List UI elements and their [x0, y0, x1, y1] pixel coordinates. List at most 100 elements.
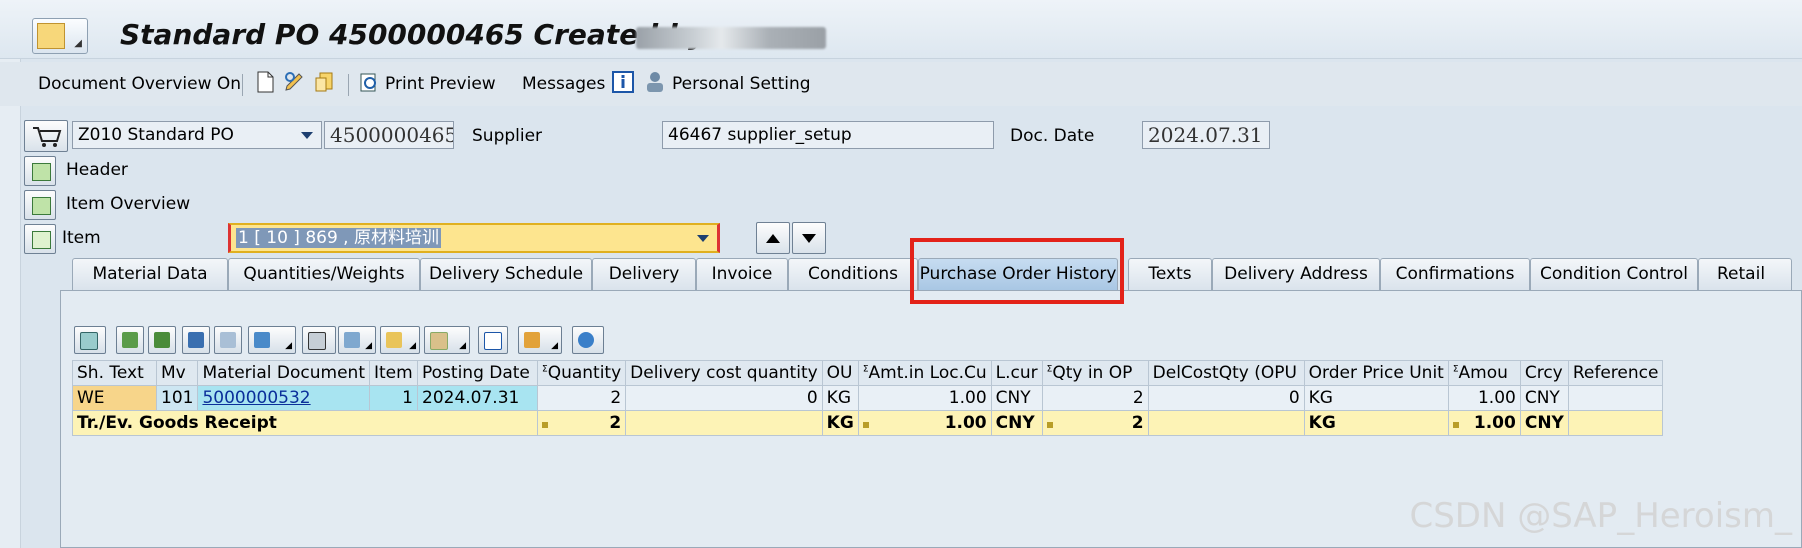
tab-invoice[interactable]: Invoice	[696, 258, 788, 290]
cell-order-price-unit[interactable]: KG	[1303, 385, 1449, 411]
column-header-ou[interactable]: OU	[821, 360, 859, 386]
doc-date-field[interactable]: 2024.07.31	[1142, 121, 1270, 149]
cell-material-document[interactable]: 5000000532	[197, 385, 370, 411]
tab-quantities-weights[interactable]: Quantities/Weights	[228, 258, 420, 290]
tab-condition-control[interactable]: Condition Control	[1530, 258, 1698, 290]
column-header-amt-loc-cur[interactable]: ΣAmt.in Loc.Cu	[857, 360, 992, 386]
doc-date-label: Doc. Date	[1010, 126, 1095, 146]
total-amt-loc: 1.00	[944, 413, 987, 433]
column-header-sh-text[interactable]: Sh. Text	[72, 360, 157, 386]
sort-descending-button[interactable]	[148, 326, 176, 354]
cell-reference[interactable]	[1567, 385, 1664, 411]
find-next-button[interactable]	[214, 326, 242, 354]
table-row[interactable]: WE 101 5000000532 1 2024.07.31 2 0 KG 1.…	[72, 385, 1664, 411]
messages-button[interactable]: Messages	[522, 74, 605, 94]
supplier-field[interactable]: 46467 supplier_setup	[662, 121, 994, 149]
expand-section-icon	[32, 197, 51, 215]
dropdown-arrow-icon	[301, 132, 313, 139]
previous-item-button[interactable]	[756, 222, 790, 254]
total-delcostqty-opu	[1147, 410, 1305, 436]
total-order-price-unit: KG	[1303, 410, 1449, 436]
tab-conditions[interactable]: Conditions	[788, 258, 918, 290]
new-document-icon[interactable]	[254, 70, 276, 94]
item-overview-section-label: Item Overview	[66, 194, 191, 214]
print-preview-button[interactable]: Print Preview	[385, 74, 496, 94]
redacted-username	[636, 27, 826, 49]
cell-amount[interactable]: 1.00	[1447, 385, 1521, 411]
column-header-delcostqty-opu[interactable]: DelCostQty (OPU	[1147, 360, 1305, 386]
display-change-icon[interactable]	[283, 70, 305, 94]
tab-retail[interactable]: Retail	[1698, 258, 1792, 290]
refresh-button[interactable]	[572, 326, 604, 354]
total-row[interactable]: Tr./Ev. Goods Receipt 2 KG 1.00 CNY 2 KG…	[72, 410, 1664, 436]
cell-mv[interactable]: 101	[155, 385, 199, 411]
total-qty-op: 2	[1131, 413, 1144, 433]
tab-texts[interactable]: Texts	[1128, 258, 1212, 290]
highlight-box	[910, 238, 1124, 304]
material-document-link[interactable]: 5000000532	[202, 388, 310, 408]
item-overview-expand-button[interactable]	[24, 190, 56, 220]
watermark: CSDN @SAP_Heroism_	[1409, 496, 1792, 536]
column-header-order-price-unit[interactable]: Order Price Unit	[1303, 360, 1449, 386]
po-number-field[interactable]: 4500000465	[324, 121, 454, 149]
column-header-mv[interactable]: Mv	[155, 360, 199, 386]
dropdown-arrow-icon	[697, 235, 709, 242]
cart-button[interactable]	[24, 120, 68, 152]
other-document-icon[interactable]	[313, 70, 335, 94]
more-functions-button[interactable]: ◢	[518, 326, 562, 354]
cell-l-cur[interactable]: CNY	[990, 385, 1043, 411]
subtotal-icon	[1046, 422, 1053, 428]
find-button[interactable]	[182, 326, 210, 354]
cell-item[interactable]: 1	[369, 385, 418, 411]
column-header-reference[interactable]: Reference	[1567, 360, 1664, 386]
sort-ascending-button[interactable]	[116, 326, 144, 354]
cell-qty-in-op[interactable]: 2	[1041, 385, 1149, 411]
cell-quantity[interactable]: 2	[536, 385, 627, 411]
tab-delivery-schedule[interactable]: Delivery Schedule	[420, 258, 592, 290]
table-header-row: Sh. Text Mv Material Document Item Posti…	[72, 360, 1664, 386]
column-header-l-cur[interactable]: L.cur	[990, 360, 1043, 386]
column-header-posting-date[interactable]: Posting Date	[417, 360, 538, 386]
column-header-amount[interactable]: ΣAmou	[1447, 360, 1521, 386]
tab-delivery-address[interactable]: Delivery Address	[1212, 258, 1380, 290]
tab-confirmations[interactable]: Confirmations	[1380, 258, 1530, 290]
binoculars-icon	[188, 332, 204, 348]
cell-posting-date[interactable]: 2024.07.31	[417, 385, 538, 411]
cell-sh-text[interactable]: WE	[72, 385, 157, 411]
refresh-icon	[578, 332, 594, 348]
column-header-delivery-cost-quantity[interactable]: Delivery cost quantity	[625, 360, 823, 386]
personal-setting-button[interactable]: Personal Setting	[672, 74, 811, 94]
item-collapse-button[interactable]	[24, 224, 56, 254]
tab-material-data[interactable]: Material Data	[72, 258, 228, 290]
cell-delcostqty-opu[interactable]: 0	[1147, 385, 1305, 411]
layout-button[interactable]: ◢	[424, 326, 470, 354]
total-delivery-cost-quantity	[625, 410, 823, 436]
column-header-quantity[interactable]: ΣQuantity	[536, 360, 627, 386]
header-expand-button[interactable]	[24, 156, 56, 186]
next-item-button[interactable]	[792, 222, 826, 254]
info-icon[interactable]	[612, 70, 634, 94]
column-header-qty-in-op[interactable]: ΣQty in OP	[1041, 360, 1149, 386]
subtotal-icon	[862, 422, 869, 428]
details-button[interactable]	[74, 326, 106, 354]
export-button[interactable]: ◢	[380, 326, 420, 354]
document-overview-button[interactable]: Document Overview On	[38, 74, 241, 94]
print-button[interactable]	[302, 326, 336, 354]
column-header-item[interactable]: Item	[369, 360, 418, 386]
filter-button[interactable]: ◢	[248, 326, 296, 354]
cell-crcy[interactable]: CNY	[1519, 385, 1569, 411]
toolbar-separator	[242, 74, 243, 96]
grid-info-button[interactable]	[478, 326, 508, 354]
views-button[interactable]: ◢	[338, 326, 376, 354]
cell-ou[interactable]: KG	[821, 385, 859, 411]
system-menu-button[interactable]: ◢	[32, 18, 88, 54]
document-type-select[interactable]: Z010 Standard PO	[72, 121, 322, 149]
printer-icon	[308, 332, 326, 350]
cell-delivery-cost-quantity[interactable]: 0	[625, 385, 823, 411]
cell-amt-loc-cur[interactable]: 1.00	[857, 385, 992, 411]
column-header-crcy[interactable]: Crcy	[1519, 360, 1569, 386]
total-qty-op-cell: 2	[1041, 410, 1149, 436]
tab-delivery[interactable]: Delivery	[592, 258, 696, 290]
column-header-material-document[interactable]: Material Document	[197, 360, 370, 386]
item-selector-dropdown[interactable]: 1 [ 10 ] 869 , 原材料培训	[228, 223, 720, 253]
